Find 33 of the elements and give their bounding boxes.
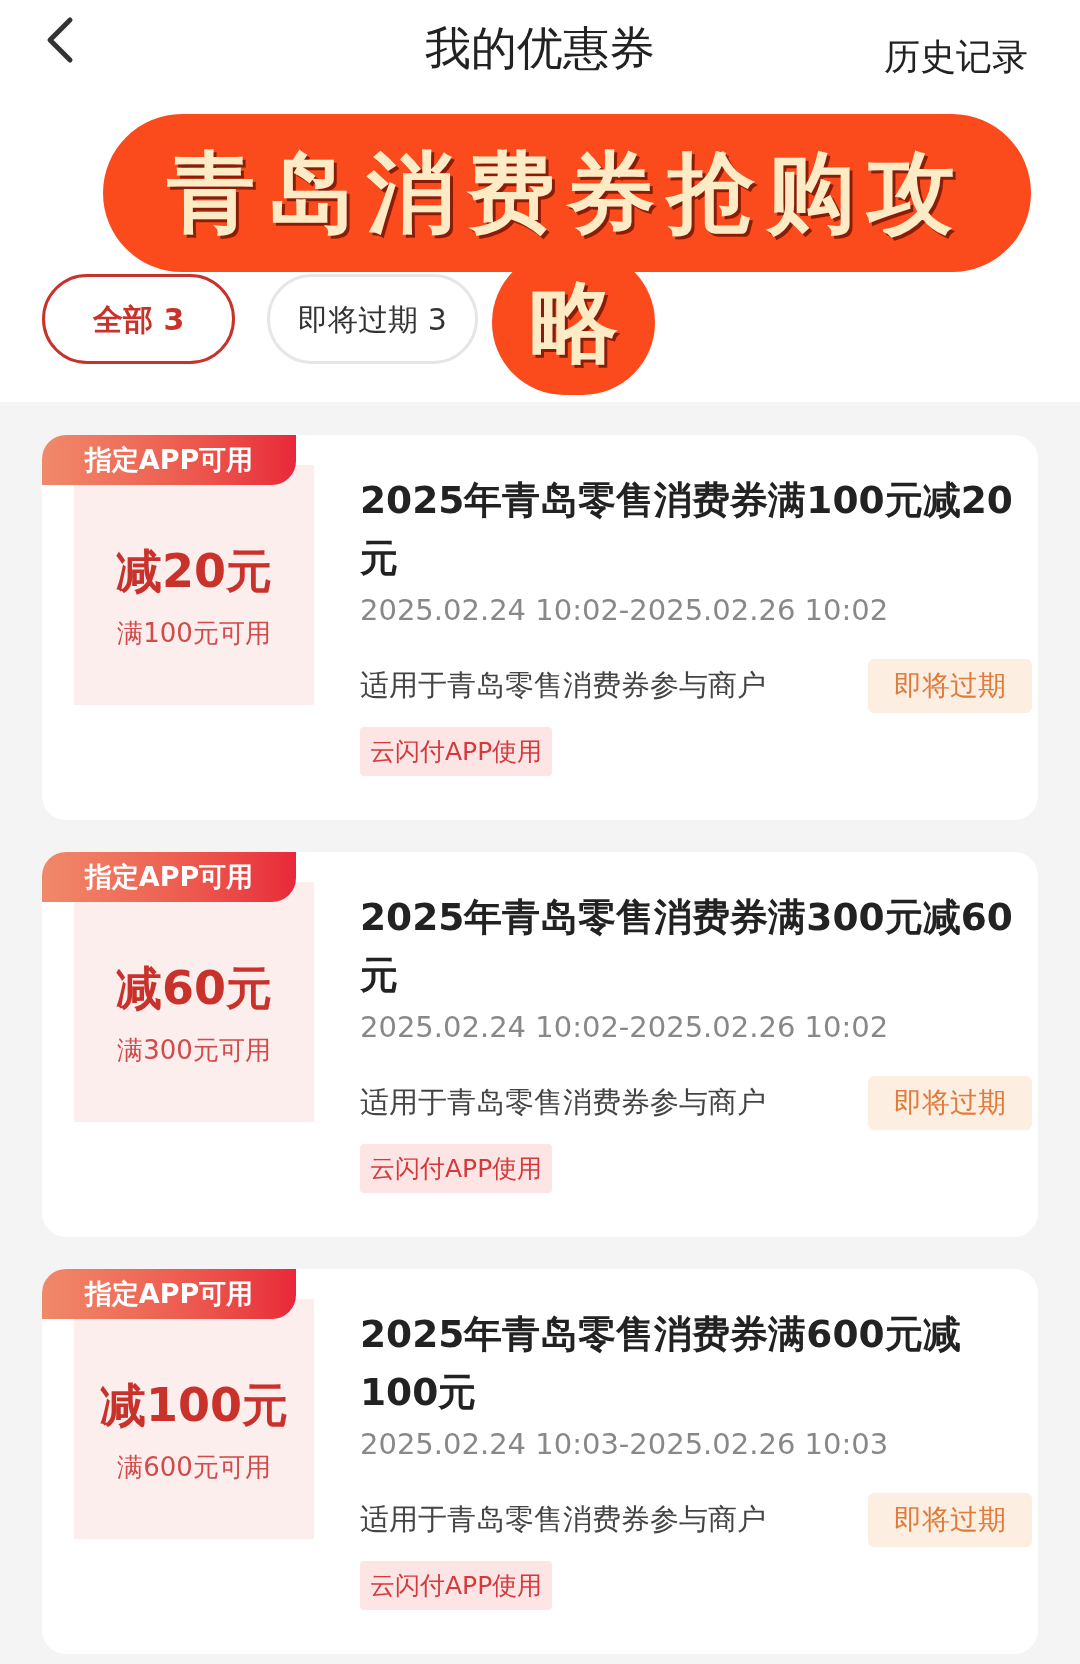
discount-amount: 减100元 (100, 1377, 288, 1434)
tag-label: 指定APP可用 (42, 435, 296, 485)
filter-tab[interactable]: 全部 3 (42, 274, 236, 364)
status-badge: 即将过期 (868, 1075, 1032, 1130)
coupon-card[interactable]: 指定APP可用 减60元 满300元可用 2025年青岛零售消费券满300元减60元 2025.02.24 10:02-2025.02.26 10:02 适用于青岛零售消费券参与商户 即将过期 云闪付APP使用 (42, 852, 1038, 1237)
history-link[interactable]: 历史记录 (884, 30, 1028, 84)
page-title: 我的优惠券 (425, 20, 655, 77)
discount-amount: 减20元 (116, 543, 272, 600)
condition-text: 满300元可用 (117, 1034, 271, 1067)
status-badge: 即将过期 (868, 658, 1032, 713)
discount-amount: 减60元 (116, 960, 272, 1017)
overlay-title: 略 (529, 269, 618, 376)
condition-text: 满600元可用 (117, 1451, 271, 1484)
status-badge: 即将过期 (868, 1492, 1032, 1547)
channel-tag: 云闪付APP使用 (360, 1143, 553, 1193)
validity-text: 2025.02.24 10:03-2025.02.26 10:03 (360, 1426, 890, 1463)
scope-text: 适用于青岛零售消费券参与商户 (360, 1083, 766, 1121)
coupon-card[interactable]: 指定APP可用 减20元 满100元可用 2025年青岛零售消费券满100元减20元 2025.02.24 10:02-2025.02.26 10:02 适用于青岛零售消费券参与商户 即将过期 云闪付APP使用 (42, 435, 1038, 820)
channel-tag: 云闪付APP使用 (360, 726, 553, 776)
coupon-title: 2025年青岛零售消费券满100元减20元 (360, 477, 1014, 582)
condition-text: 满100元可用 (117, 617, 271, 650)
overlay-title: 青岛消费券抢购攻 (167, 140, 967, 246)
tag-label: 指定APP可用 (42, 852, 296, 902)
coupon-title: 2025年青岛零售消费券满600元减100元 (360, 1311, 962, 1416)
channel-tag: 云闪付APP使用 (360, 1560, 553, 1610)
validity-text: 2025.02.24 10:02-2025.02.26 10:02 (360, 592, 890, 629)
filter-tab[interactable]: 即将过期 3 (267, 274, 478, 364)
validity-text: 2025.02.24 10:02-2025.02.26 10:02 (360, 1009, 890, 1046)
scope-text: 适用于青岛零售消费券参与商户 (360, 1500, 766, 1538)
scope-text: 适用于青岛零售消费券参与商户 (360, 666, 766, 704)
coupon-card[interactable]: 指定APP可用 减100元 满600元可用 2025年青岛零售消费券满600元减100元 2025.02.24 10:03-2025.02.26 10:03 适用于青岛零售消费券参与商户 即将过期 云闪付APP使用 (42, 1269, 1038, 1654)
tag-label: 指定APP可用 (42, 1269, 296, 1319)
coupon-title: 2025年青岛零售消费券满300元减60元 (360, 894, 1014, 999)
